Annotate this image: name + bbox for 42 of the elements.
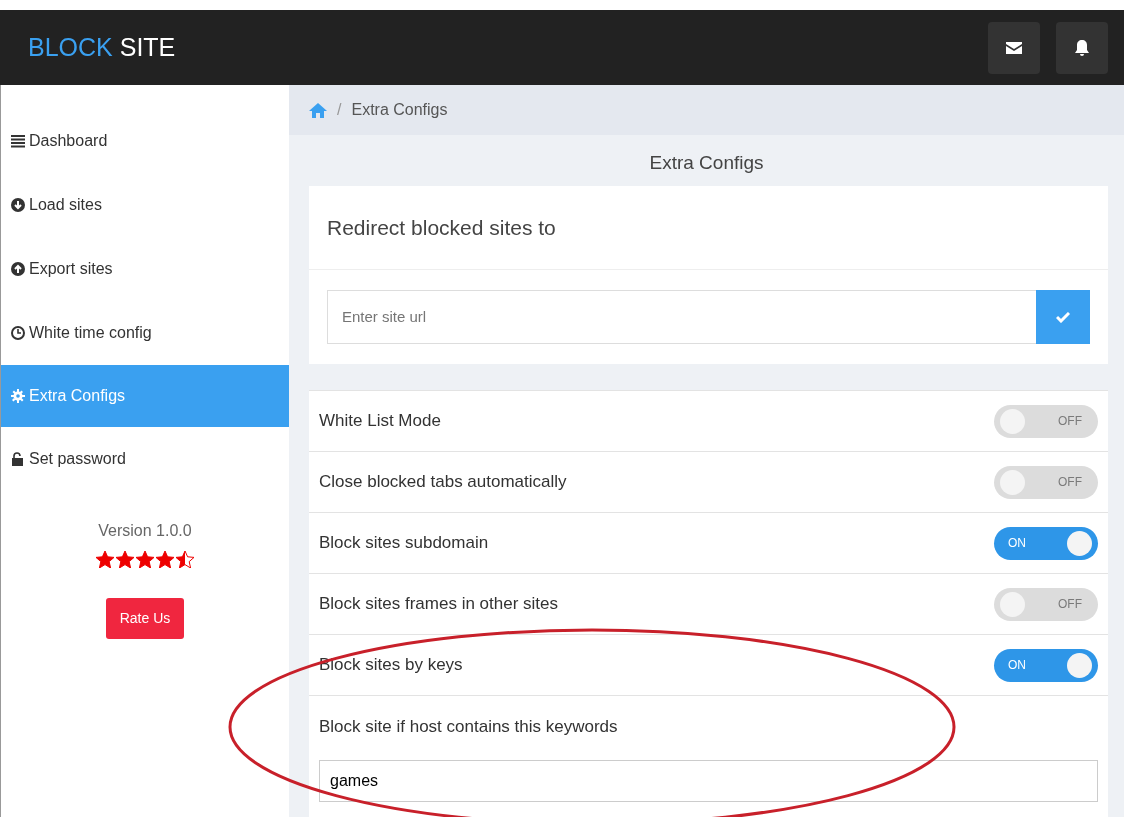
- up-arrow-icon: [11, 262, 25, 276]
- card-title: Redirect blocked sites to: [309, 185, 1108, 270]
- clock-icon: [11, 326, 25, 340]
- brand-logo-text: SITE: [119, 32, 176, 61]
- toggle-switch[interactable]: OFF: [994, 465, 1098, 499]
- toggle-switch[interactable]: ON: [994, 526, 1098, 560]
- url-input-field[interactable]: Enter site url: [327, 290, 1036, 344]
- list-icon: [11, 134, 25, 148]
- keywords-field[interactable]: games: [319, 759, 1098, 802]
- star-icon: [136, 551, 154, 568]
- setting-label: Block sites subdomain: [319, 532, 489, 555]
- star-icon: [116, 551, 134, 568]
- toggle-switch[interactable]: OFF: [994, 587, 1098, 621]
- mail-button[interactable]: [988, 21, 1040, 74]
- envelope-icon: [1006, 41, 1022, 54]
- rate-button[interactable]: Rate Us: [105, 598, 185, 639]
- lock-icon: [11, 452, 25, 466]
- bell-icon: [1075, 39, 1089, 56]
- sidebar-item[interactable]: Extra Configs: [1, 365, 289, 427]
- setting-label: Close blocked tabs automatically: [319, 471, 567, 494]
- page-title: Extra Configs: [648, 151, 765, 175]
- star-icon: [176, 551, 194, 568]
- check-icon: [1056, 311, 1070, 323]
- breadcrumb-item: Extra Configs: [351, 100, 448, 120]
- brand-logo: BLOCK: [28, 32, 113, 61]
- keywords-label: Block site if host contains this keywords: [319, 716, 619, 738]
- toggle-switch[interactable]: ON: [994, 648, 1098, 682]
- sidebar-item[interactable]: Dashboard: [1, 109, 289, 173]
- sidebar-item[interactable]: White time config: [1, 301, 289, 365]
- star-icon: [96, 551, 114, 568]
- version-text: Version 1.0.0: [97, 521, 193, 541]
- sidebar-item[interactable]: Export sites: [1, 237, 289, 301]
- setting-label: Block sites frames in other sites: [319, 593, 559, 616]
- sidebar-item[interactable]: Load sites: [1, 173, 289, 237]
- down-arrow-icon: [11, 198, 25, 212]
- breadcrumb-separator: /: [337, 100, 342, 120]
- toggle-switch[interactable]: OFF: [994, 404, 1098, 438]
- gear-icon: [11, 389, 25, 403]
- setting-label: White List Mode: [319, 410, 441, 433]
- sidebar-item[interactable]: Set password: [1, 427, 289, 491]
- notifications-button[interactable]: [1056, 21, 1108, 74]
- star-icon: [156, 551, 174, 568]
